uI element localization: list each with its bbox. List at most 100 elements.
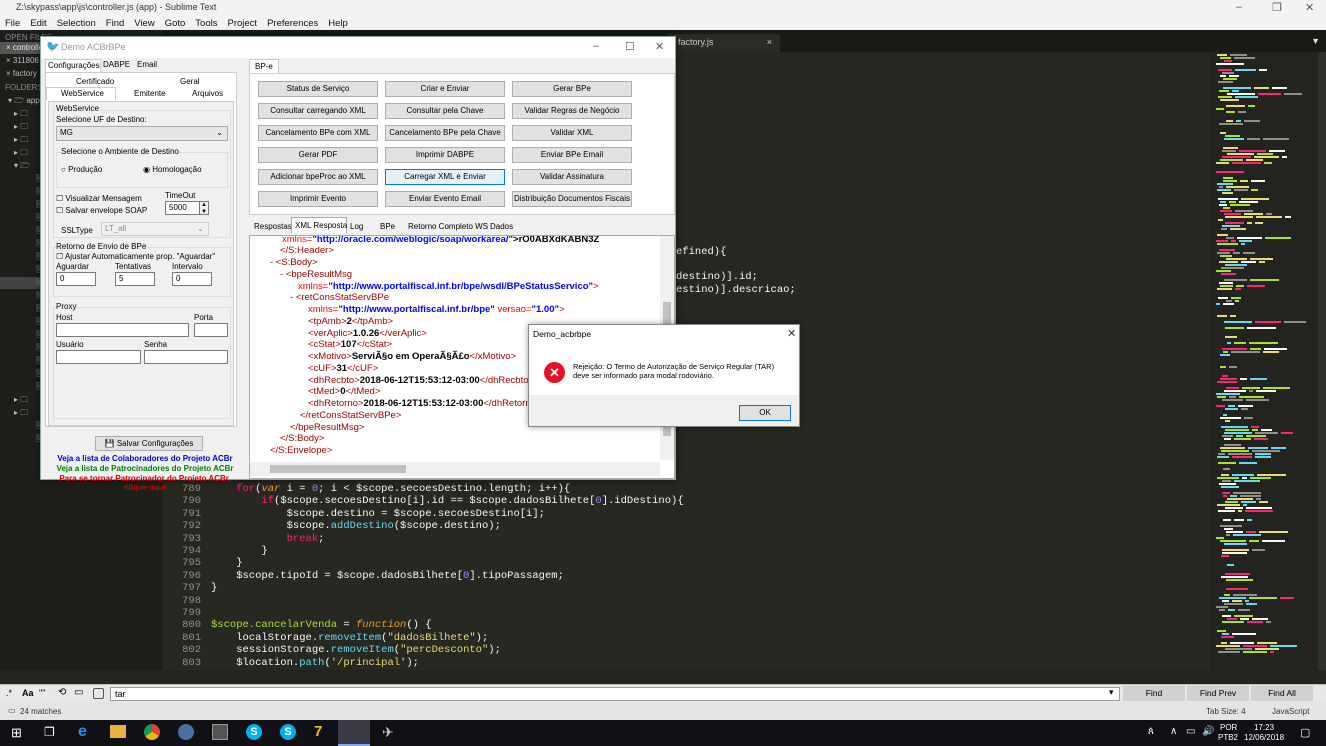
- find-prev-button[interactable]: Find Prev: [1187, 686, 1249, 701]
- in-selection-icon[interactable]: ▭: [74, 687, 83, 698]
- tab-log[interactable]: Log: [347, 219, 377, 235]
- volume-icon[interactable]: 🔊: [1202, 726, 1214, 737]
- senha-input[interactable]: [144, 350, 228, 364]
- language-primary[interactable]: POR: [1220, 723, 1237, 732]
- minimap[interactable]: [1210, 52, 1326, 670]
- highlight-toggle[interactable]: [93, 688, 104, 699]
- button-validar-assinatura[interactable]: Validar Assinatura: [512, 169, 632, 185]
- tab-bpe[interactable]: BPe: [377, 219, 405, 235]
- menu-item-find[interactable]: Find: [106, 18, 124, 29]
- task-view-icon[interactable]: ❐: [44, 725, 55, 739]
- button-status-de-servi-o[interactable]: Status de Serviço: [258, 81, 378, 97]
- button-distribui-o-documentos-fiscais[interactable]: Distribuição Documentos Fiscais: [512, 191, 632, 207]
- menu-item-selection[interactable]: Selection: [57, 18, 96, 29]
- edge-icon[interactable]: e: [78, 723, 87, 741]
- tab-bpe[interactable]: BP-e: [249, 59, 279, 73]
- wrap-icon[interactable]: ⟲: [58, 687, 66, 698]
- chrome-icon[interactable]: [144, 724, 160, 740]
- ajustar-checkbox[interactable]: ☐ Ajustar Automaticamente prop. "Aguarda…: [56, 252, 215, 261]
- tab-email[interactable]: Email: [135, 59, 165, 72]
- minimize-icon[interactable]: –: [1236, 1, 1242, 13]
- menu-item-help[interactable]: Help: [328, 18, 348, 29]
- find-all-button[interactable]: Find All: [1251, 686, 1313, 701]
- clock-time[interactable]: 17:23: [1254, 723, 1274, 732]
- tab-dabpe[interactable]: DABPE: [101, 59, 135, 72]
- close-tab-icon[interactable]: ×: [767, 37, 772, 47]
- xml-hscrollbar[interactable]: [250, 462, 660, 476]
- menu-item-view[interactable]: View: [134, 18, 154, 29]
- tab-size[interactable]: Tab Size: 4: [1206, 707, 1246, 716]
- menu-item-goto[interactable]: Goto: [165, 18, 186, 29]
- delphi-icon[interactable]: 7: [314, 723, 322, 740]
- language-secondary[interactable]: PTB2: [1218, 733, 1238, 742]
- button-validar-xml[interactable]: Validar XML: [512, 125, 632, 141]
- app-icon[interactable]: [212, 724, 228, 740]
- button-cancelamento-bpe-com-xml[interactable]: Cancelamento BPe com XML: [258, 125, 378, 141]
- scroll-thumb[interactable]: [270, 465, 406, 473]
- app-icon[interactable]: ✈: [382, 724, 394, 741]
- producao-radio[interactable]: ○ Produção: [61, 165, 102, 174]
- find-history-icon[interactable]: ▾: [1109, 687, 1114, 698]
- panel-icon[interactable]: ▭: [8, 706, 16, 715]
- tab-overflow-icon[interactable]: ▼: [1311, 36, 1320, 46]
- button-validar-regras-de-neg-cio[interactable]: Validar Regras de Negócio: [512, 103, 632, 119]
- patrocinadores-link[interactable]: Veja a lista de Patrocinadores do Projet…: [51, 464, 239, 473]
- button-carregar-xml-e-enviar[interactable]: Carregar XML e Enviar: [385, 169, 505, 185]
- ok-button[interactable]: OK: [739, 405, 791, 421]
- button-enviar-evento-email[interactable]: Enviar Evento Email: [385, 191, 505, 207]
- porta-input[interactable]: [194, 323, 228, 337]
- tab-emitente[interactable]: Emitente: [134, 89, 166, 98]
- button-cancelamento-bpe-pela-chave[interactable]: Cancelamento BPe pela Chave: [385, 125, 505, 141]
- app-icon[interactable]: [178, 724, 194, 740]
- uf-select[interactable]: MG ⌄: [56, 126, 228, 141]
- active-app-icon[interactable]: [338, 720, 370, 746]
- button-imprimir-evento[interactable]: Imprimir Evento: [258, 191, 378, 207]
- skype-icon[interactable]: S: [280, 724, 296, 740]
- colaboradores-link[interactable]: Veja a lista de Colaboradores do Projeto…: [51, 454, 239, 463]
- tab-factory[interactable]: factory.js ×: [668, 34, 780, 52]
- intervalo-input[interactable]: 0: [172, 272, 212, 286]
- visualizar-checkbox[interactable]: ☐ Visualizar Mensagem: [56, 194, 142, 203]
- notifications-icon[interactable]: ▢: [1300, 726, 1310, 739]
- tab-xml-resposta[interactable]: XML Resposta: [291, 217, 347, 233]
- tab-certificado[interactable]: Certificado: [76, 77, 114, 86]
- scrollbar[interactable]: [1318, 52, 1326, 670]
- people-icon[interactable]: ጰ: [1148, 726, 1154, 737]
- file-explorer-icon[interactable]: [110, 725, 126, 738]
- find-input[interactable]: tar: [110, 687, 1120, 701]
- salvar-config-button[interactable]: 💾 Salvar Configurações: [95, 436, 203, 451]
- host-input[interactable]: [56, 323, 189, 337]
- tab-dados[interactable]: Dados: [487, 219, 517, 235]
- network-icon[interactable]: ▭: [1186, 726, 1195, 737]
- windows-start-icon[interactable]: ⊞: [11, 725, 22, 741]
- maximize-icon[interactable]: ❐: [1272, 1, 1282, 14]
- syntax[interactable]: JavaScript: [1272, 707, 1309, 716]
- button-criar-e-enviar[interactable]: Criar e Enviar: [385, 81, 505, 97]
- button-consultar-pela-chave[interactable]: Consultar pela Chave: [385, 103, 505, 119]
- tab-configurações[interactable]: Configurações: [45, 59, 101, 72]
- maximize-icon[interactable]: ☐: [625, 40, 635, 53]
- button-enviar-bpe-email[interactable]: Enviar BPe Email: [512, 147, 632, 163]
- close-icon[interactable]: ✕: [655, 40, 664, 53]
- aguardar-input[interactable]: 0: [56, 272, 96, 286]
- tab-webservice[interactable]: WebService: [46, 87, 116, 100]
- button-adicionar-bpeproc-ao-xml[interactable]: Adicionar bpeProc ao XML: [258, 169, 378, 185]
- tentativas-input[interactable]: 5: [115, 272, 155, 286]
- tab-retorno-completo-ws[interactable]: Retorno Completo WS: [405, 219, 488, 235]
- usuario-input[interactable]: [56, 350, 141, 364]
- tab-arquivos[interactable]: Arquivos: [192, 89, 223, 98]
- tray-chevron-icon[interactable]: ∧: [1170, 726, 1177, 737]
- menu-item-file[interactable]: File: [5, 18, 20, 29]
- patrocinador-link[interactable]: Para se tornar Patrocinador do Projeto A…: [51, 474, 239, 483]
- ssltype-select[interactable]: LT_all ⌄: [101, 222, 209, 236]
- button-gerar-pdf[interactable]: Gerar PDF: [258, 147, 378, 163]
- button-imprimir-dabpe[interactable]: Imprimir DABPE: [385, 147, 505, 163]
- salvar-soap-checkbox[interactable]: ☐ Salvar envelope SOAP: [56, 206, 147, 215]
- regex-icon[interactable]: .*: [6, 688, 12, 698]
- case-toggle[interactable]: Aa: [22, 688, 34, 698]
- close-icon[interactable]: ✕: [1305, 1, 1314, 14]
- clock-date[interactable]: 12/06/2018: [1244, 733, 1284, 742]
- menu-item-edit[interactable]: Edit: [30, 18, 46, 29]
- clique-aqui-link[interactable]: clique aqui: [51, 483, 239, 492]
- button-gerar-bpe[interactable]: Gerar BPe: [512, 81, 632, 97]
